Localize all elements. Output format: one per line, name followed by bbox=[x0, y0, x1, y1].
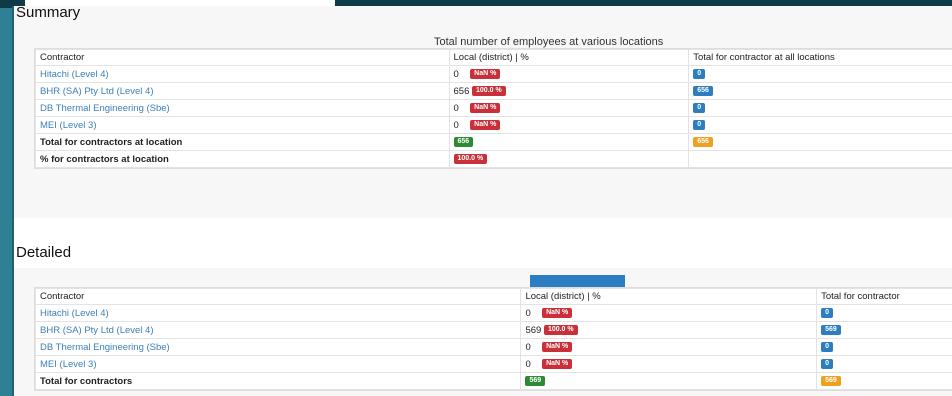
percent-label: % for contractors at location bbox=[36, 151, 450, 168]
percent-badge: NaN % bbox=[542, 308, 572, 318]
contractor-link[interactable]: DB Thermal Engineering (Sbe) bbox=[40, 103, 170, 114]
percent-row: % for contractors at location 100.0 % bbox=[36, 151, 952, 168]
totals-label: Total for contractors bbox=[36, 373, 521, 390]
totals-local-cell: 656 bbox=[449, 134, 689, 151]
totals-all-cell: 656 bbox=[689, 134, 952, 151]
detailed-title: Detailed bbox=[16, 244, 71, 261]
percent-badge: NaN % bbox=[542, 342, 572, 352]
percent-badge: 100.0 % bbox=[472, 86, 506, 96]
totals-all-badge: 656 bbox=[693, 137, 713, 147]
local-cell: 569 100.0 % bbox=[521, 322, 817, 339]
column-header-contractor: Contractor bbox=[36, 50, 450, 66]
local-cell: 0 NaN % bbox=[521, 356, 817, 373]
detailed-header-row: Contractor Local (district) | % Total fo… bbox=[36, 289, 952, 305]
table-row: MEI (Level 3) 0 NaN % 0 bbox=[36, 117, 952, 134]
contractor-link[interactable]: DB Thermal Engineering (Sbe) bbox=[40, 342, 170, 353]
total-cell: 569 bbox=[817, 322, 952, 339]
contractor-link[interactable]: Hitachi (Level 4) bbox=[40, 308, 109, 319]
local-cell: 0 NaN % bbox=[449, 66, 689, 83]
local-cell: 0 NaN % bbox=[521, 305, 817, 322]
table-row: BHR (SA) Pty Ltd (Level 4) 569 100.0 % 5… bbox=[36, 322, 952, 339]
contractor-link[interactable]: BHR (SA) Pty Ltd (Level 4) bbox=[40, 325, 154, 336]
total-cell: 0 bbox=[689, 66, 952, 83]
totals-all-badge: 569 bbox=[821, 376, 841, 386]
table-row: DB Thermal Engineering (Sbe) 0 NaN % 0 bbox=[36, 100, 952, 117]
total-badge: 0 bbox=[821, 342, 833, 352]
table-row: DB Thermal Engineering (Sbe) 0 NaN % 0 bbox=[36, 339, 952, 356]
detailed-table-caption: Skilled employees bbox=[530, 275, 625, 287]
total-badge: 0 bbox=[821, 308, 833, 318]
report-panel: Summary Total number of employees at var… bbox=[12, 6, 952, 396]
summary-header-row: Contractor Local (district) | % Total fo… bbox=[36, 50, 952, 66]
total-badge: 0 bbox=[693, 103, 705, 113]
section-gap bbox=[14, 218, 952, 268]
percent-badge: NaN % bbox=[470, 103, 500, 113]
contractor-link[interactable]: MEI (Level 3) bbox=[40, 120, 97, 131]
totals-local-badge: 656 bbox=[454, 137, 474, 147]
column-header-contractor: Contractor bbox=[36, 289, 521, 305]
column-header-local: Local (district) | % bbox=[521, 289, 817, 305]
summary-table-caption: Total number of employees at various loc… bbox=[434, 36, 663, 48]
percent-badge: NaN % bbox=[470, 120, 500, 130]
contractor-link[interactable]: MEI (Level 3) bbox=[40, 359, 97, 370]
totals-row: Total for contractors at location 656 65… bbox=[36, 134, 952, 151]
percent-total-badge: 100.0 % bbox=[454, 154, 488, 164]
total-cell: 0 bbox=[689, 117, 952, 134]
totals-row: Total for contractors 569 569 bbox=[36, 373, 952, 390]
percent-badge: NaN % bbox=[542, 359, 572, 369]
totals-all-cell: 569 bbox=[817, 373, 952, 390]
total-badge: 656 bbox=[693, 86, 713, 96]
percent-badge: 100.0 % bbox=[544, 325, 578, 335]
local-cell: 0 NaN % bbox=[521, 339, 817, 356]
column-header-total: Total for contractor at all locations bbox=[689, 50, 952, 66]
detailed-table: Contractor Local (district) | % Total fo… bbox=[34, 287, 952, 391]
percent-cell: 100.0 % bbox=[449, 151, 689, 168]
total-badge: 0 bbox=[821, 359, 833, 369]
table-row: BHR (SA) Pty Ltd (Level 4) 656 100.0 % 6… bbox=[36, 83, 952, 100]
table-row: Hitachi (Level 4) 0 NaN % 0 bbox=[36, 305, 952, 322]
total-cell: 0 bbox=[817, 339, 952, 356]
totals-label: Total for contractors at location bbox=[36, 134, 450, 151]
total-cell: 0 bbox=[689, 100, 952, 117]
table-row: MEI (Level 3) 0 NaN % 0 bbox=[36, 356, 952, 373]
local-cell: 0 NaN % bbox=[449, 117, 689, 134]
local-cell: 656 100.0 % bbox=[449, 83, 689, 100]
total-cell: 0 bbox=[817, 356, 952, 373]
table-row: Hitachi (Level 4) 0 NaN % 0 bbox=[36, 66, 952, 83]
total-badge: 0 bbox=[693, 120, 705, 130]
totals-local-badge: 569 bbox=[525, 376, 545, 386]
total-badge: 569 bbox=[821, 325, 841, 335]
total-badge: 0 bbox=[693, 69, 705, 79]
totals-local-cell: 569 bbox=[521, 373, 817, 390]
total-cell: 656 bbox=[689, 83, 952, 100]
contractor-link[interactable]: Hitachi (Level 4) bbox=[40, 69, 109, 80]
local-cell: 0 NaN % bbox=[449, 100, 689, 117]
column-header-total: Total for contractor bbox=[817, 289, 952, 305]
summary-title: Summary bbox=[16, 6, 80, 21]
summary-table: Contractor Local (district) | % Total fo… bbox=[34, 48, 952, 169]
total-cell: 0 bbox=[817, 305, 952, 322]
percent-badge: NaN % bbox=[470, 69, 500, 79]
column-header-local: Local (district) | % bbox=[449, 50, 689, 66]
contractor-link[interactable]: BHR (SA) Pty Ltd (Level 4) bbox=[40, 86, 154, 97]
